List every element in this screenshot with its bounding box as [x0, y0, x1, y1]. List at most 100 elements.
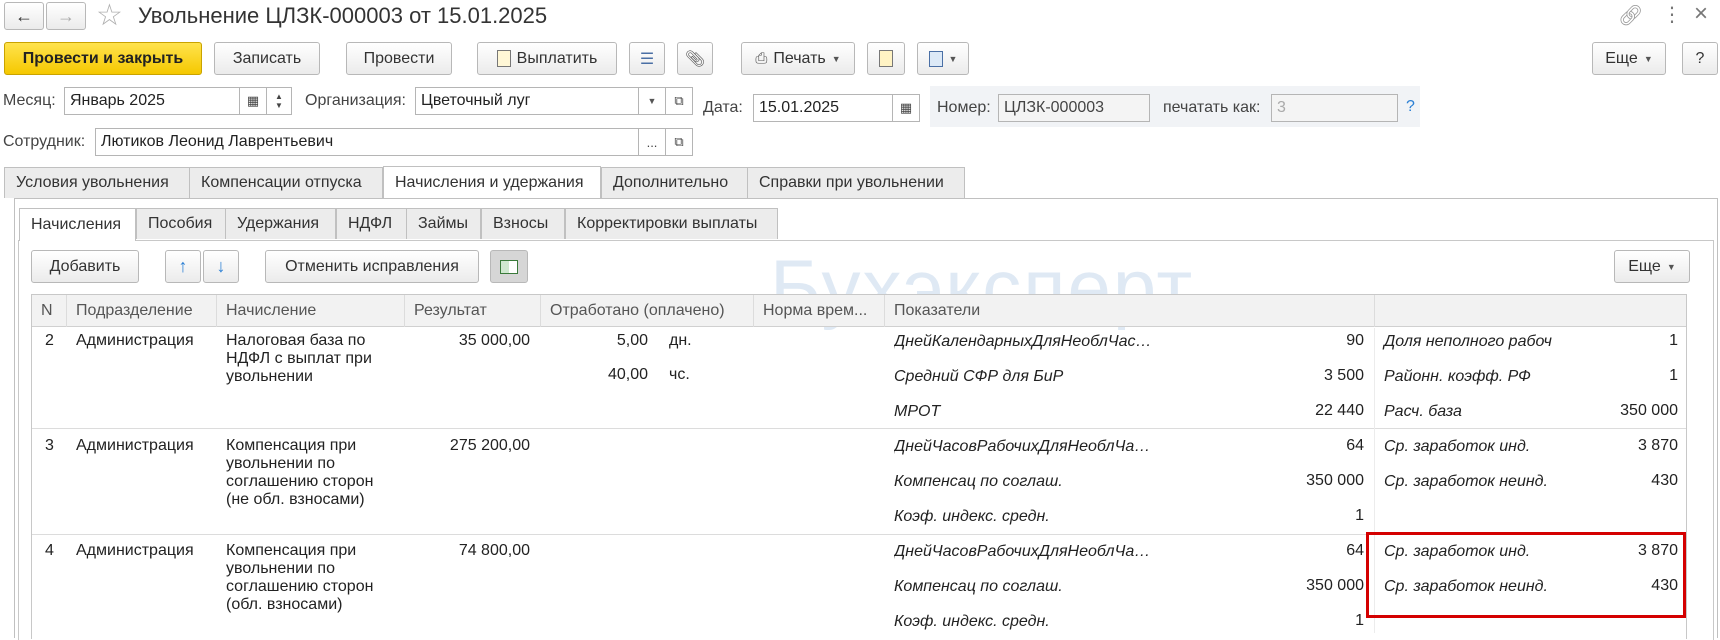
number-label: Номер: [937, 99, 991, 116]
stepper-up-icon: ▲ [275, 92, 283, 101]
list-button[interactable]: ☰ [629, 42, 665, 75]
col-header-indicators[interactable]: Показатели [894, 302, 980, 320]
indicator-name-2: Расч. база [1384, 403, 1462, 420]
print-as-help[interactable]: ? [1406, 98, 1415, 116]
subtab-contributions[interactable]: Взносы [481, 208, 565, 239]
close-icon[interactable]: × [1694, 0, 1708, 28]
row-result: 275 200,00 [449, 437, 530, 454]
cancel-corrections-label: Отменить исправления [285, 257, 459, 275]
col-separator [753, 295, 754, 327]
save-button[interactable]: Записать [214, 42, 320, 75]
calendar-icon: ▦ [246, 93, 260, 108]
tab-additional[interactable]: Дополнительно [601, 167, 748, 198]
row-result: 35 000,00 [458, 332, 530, 349]
col-header-accrual[interactable]: Начисление [226, 302, 316, 320]
post-button[interactable]: Провести [346, 42, 452, 75]
print-button[interactable]: ⎙ Печать ▼ [741, 42, 855, 75]
star-icon[interactable]: ☆ [96, 0, 123, 33]
indicator-value-2: 3 870 [1637, 437, 1678, 454]
employee-field[interactable]: Лютиков Леонид Лаврентьевич [95, 128, 639, 156]
stepper-down-icon: ▼ [275, 101, 283, 110]
organization-dropdown[interactable]: ▼ [638, 87, 666, 115]
organization-label: Организация: [305, 92, 406, 109]
paperclip-icon: 📎︎ [684, 50, 706, 68]
subtab-accruals[interactable]: Начисления [19, 208, 136, 241]
subtab-loans[interactable]: Займы [406, 208, 481, 239]
indicator-value: 1 [1355, 612, 1364, 629]
menu-icon[interactable]: ⋮ [1662, 2, 1682, 27]
month-field[interactable]: Январь 2025 [64, 87, 240, 115]
employee-open-button[interactable]: ⧉ [665, 128, 693, 156]
subtab-benefits[interactable]: Пособия [136, 208, 226, 239]
tab-accruals-deductions[interactable]: Начисления и удержания [383, 166, 601, 198]
add-label: Добавить [49, 257, 121, 275]
col-separator [884, 295, 885, 327]
row-number: 3 [45, 437, 54, 454]
employee-select-label: ... [646, 134, 658, 150]
row-accrual: Налоговая база по НДФЛ с выплат при увол… [226, 332, 372, 385]
chevron-down-icon: ▼ [647, 96, 657, 106]
cancel-corrections-button[interactable]: Отменить исправления [265, 250, 479, 283]
indicator-name: ДнейЧасовРабочихДляНеоблЧа… [894, 438, 1151, 455]
indicator-value-2: 350 000 [1620, 402, 1678, 419]
create-based-icon [928, 50, 943, 67]
add-button[interactable]: Добавить [31, 250, 139, 283]
list-icon: ☰ [639, 50, 655, 68]
forward-button[interactable]: → [46, 2, 86, 30]
table-settings-button[interactable] [490, 250, 528, 283]
save-label: Записать [232, 49, 302, 67]
row-department: Администрация [76, 332, 194, 349]
tab-vacation-compensation[interactable]: Компенсации отпуска [189, 167, 383, 198]
create-based-on-button[interactable]: ▼ [917, 42, 969, 75]
move-up-button[interactable]: ↑ [165, 250, 201, 283]
subtab-payment-corrections[interactable]: Корректировки выплаты [565, 208, 778, 239]
more-button[interactable]: Еще ▼ [1592, 42, 1666, 75]
col-header-department[interactable]: Подразделение [76, 302, 193, 320]
date-field[interactable]: 15.01.2025 [753, 94, 893, 122]
calendar-button[interactable]: ▦ [239, 87, 267, 115]
post-and-close-button[interactable]: Провести и закрыть [4, 42, 202, 75]
col-header-norm[interactable]: Норма врем... [763, 302, 875, 320]
indicator-name: Компенсац по соглаш. [894, 473, 1063, 490]
print-label: Печать [773, 49, 826, 67]
month-stepper[interactable]: ▲ ▼ [266, 87, 292, 115]
number-field[interactable]: ЦЛЗК-000003 [998, 94, 1150, 122]
month-label: Месяц: [3, 92, 56, 109]
col-separator [66, 295, 67, 327]
document-clock-icon [879, 50, 893, 67]
indicator-value: 350 000 [1306, 472, 1364, 489]
arrow-left-icon: ← [15, 5, 33, 26]
col-separator [216, 295, 217, 327]
organization-field[interactable]: Цветочный луг [415, 87, 639, 115]
subtab-deductions[interactable]: Удержания [225, 208, 336, 239]
indicator-name-2: Районн. коэфф. РФ [1384, 368, 1531, 385]
row-worked-unit: дн. [669, 332, 692, 349]
row-department: Администрация [76, 542, 194, 559]
col-header-n[interactable]: N [41, 302, 53, 320]
tab-certificates[interactable]: Справки при увольнении [747, 167, 965, 198]
post-and-close-label: Провести и закрыть [22, 49, 184, 67]
date-calendar-button[interactable]: ▦ [892, 94, 920, 122]
attach-button[interactable]: 📎︎ [677, 42, 713, 75]
col-separator [1374, 295, 1375, 327]
help-button[interactable]: ? [1682, 42, 1718, 75]
back-button[interactable]: ← [4, 2, 44, 30]
col-header-worked[interactable]: Отработано (оплачено) [550, 302, 725, 320]
document-report-button[interactable] [867, 42, 905, 75]
employee-select-button[interactable]: ... [638, 128, 666, 156]
link-icon[interactable]: 🔗︎ [1618, 3, 1643, 28]
print-as-field[interactable]: 3 [1271, 94, 1398, 122]
col-header-result[interactable]: Результат [414, 302, 487, 320]
col-separator [540, 295, 541, 327]
organization-open-button[interactable]: ⧉ [665, 87, 693, 115]
subtab-ndfl[interactable]: НДФЛ [336, 208, 407, 239]
move-down-button[interactable]: ↓ [203, 250, 239, 283]
indicator-value: 64 [1346, 542, 1364, 559]
row-number: 4 [45, 542, 54, 559]
table-add-icon [500, 259, 518, 274]
tab-termination-conditions[interactable]: Условия увольнения [4, 167, 190, 198]
pay-button[interactable]: Выплатить [477, 42, 617, 75]
indicator-value: 64 [1346, 437, 1364, 454]
indicator-value-2: 1 [1669, 367, 1678, 384]
table-more-button[interactable]: Еще ▼ [1614, 250, 1690, 283]
